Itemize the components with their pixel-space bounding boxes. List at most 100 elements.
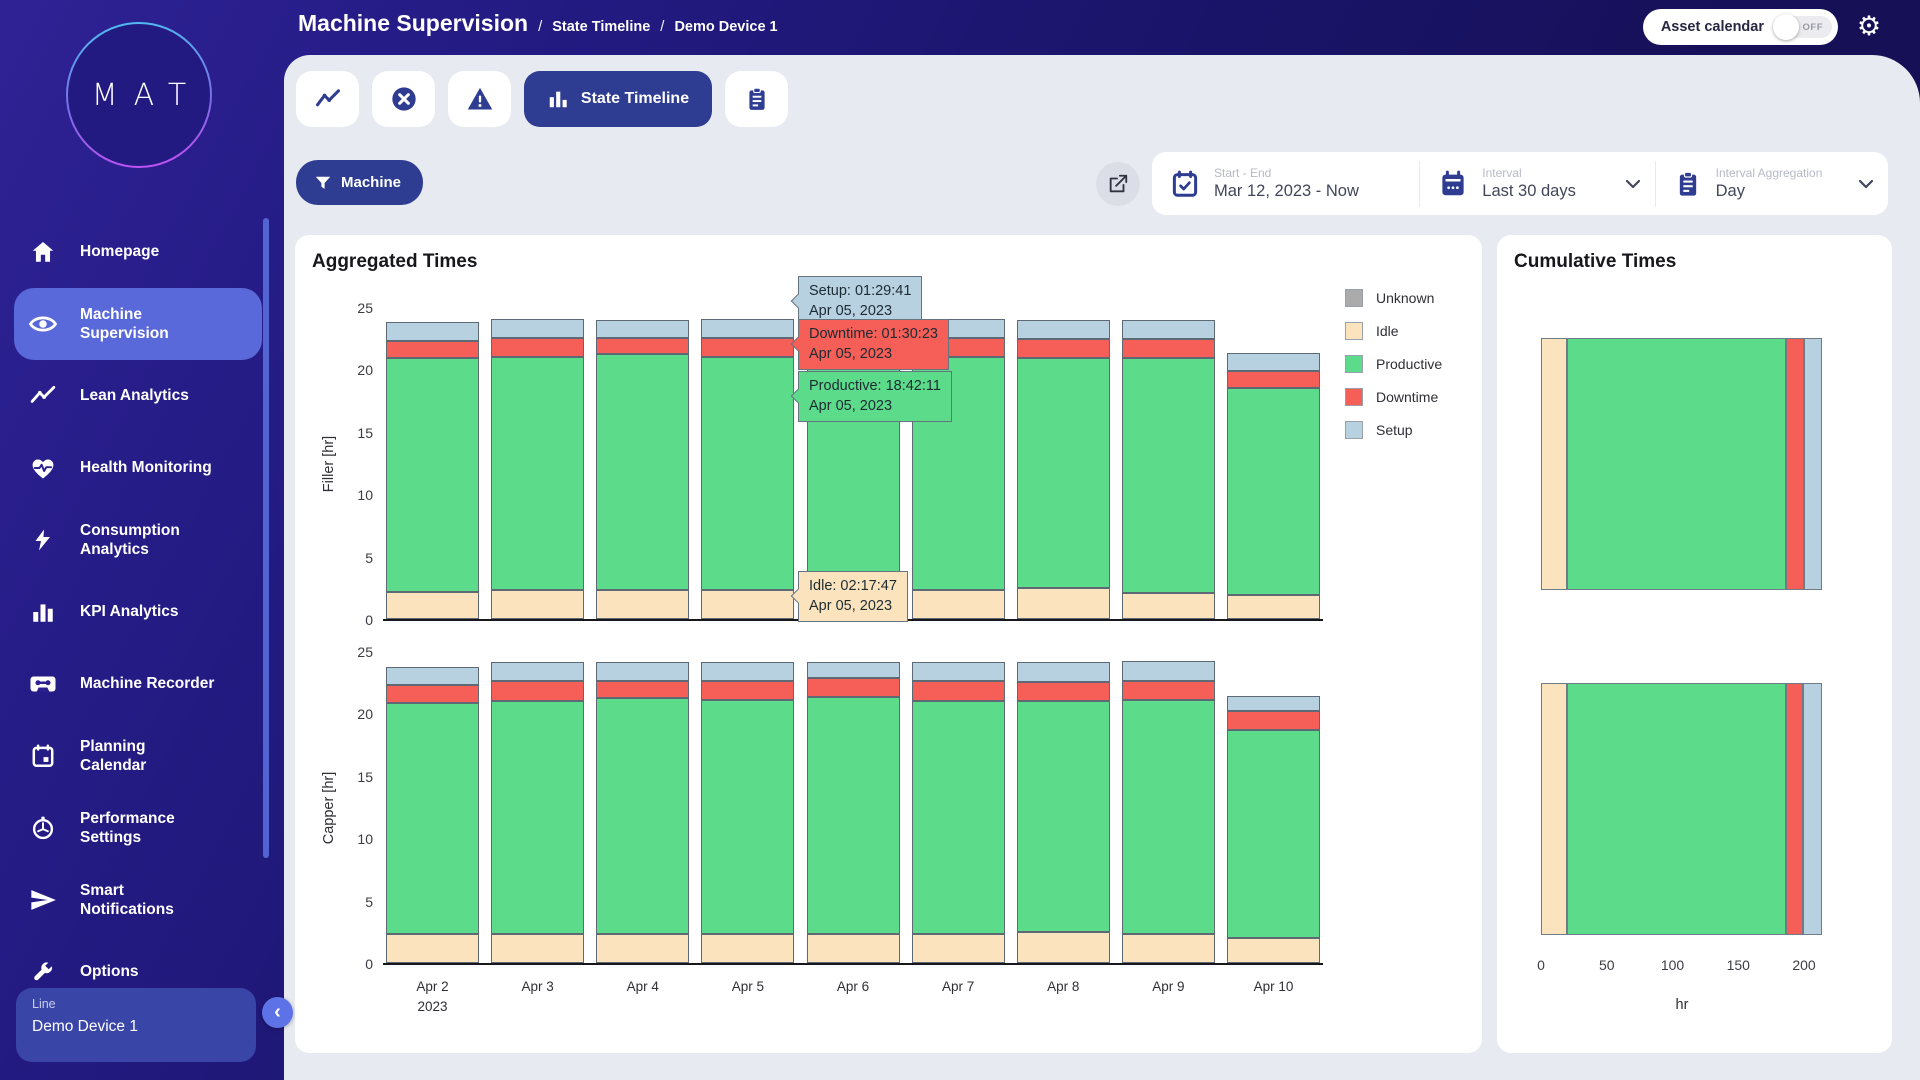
bar-segment-downtime[interactable]	[491, 681, 584, 701]
bar-segment-productive[interactable]	[807, 697, 900, 934]
bar-apr-9[interactable]	[1122, 320, 1215, 619]
tab-alarms-view[interactable]	[448, 71, 511, 127]
bar-apr-10[interactable]	[1227, 353, 1320, 619]
bar-segment-setup[interactable]	[1227, 696, 1320, 711]
sidebar-item-machine-supervision[interactable]: MachineSupervision	[14, 288, 262, 360]
sidebar-collapse-button[interactable]: ‹	[262, 997, 293, 1028]
bar-segment-idle[interactable]	[912, 590, 1005, 619]
bar-segment-productive[interactable]	[1017, 701, 1110, 932]
bar-apr-7[interactable]	[912, 662, 1005, 963]
bar-segment-downtime[interactable]	[1227, 711, 1320, 730]
cumulative-segment-productive[interactable]	[1567, 338, 1785, 590]
asset-calendar-toggle[interactable]: Asset calendar OFF	[1643, 9, 1838, 45]
bar-segment-downtime[interactable]	[491, 338, 584, 357]
cumulative-segment-productive[interactable]	[1567, 683, 1785, 935]
sidebar-item-planning-calendar[interactable]: PlanningCalendar	[14, 720, 262, 792]
bar-segment-idle[interactable]	[386, 934, 479, 963]
bar-segment-productive[interactable]	[912, 701, 1005, 934]
bar-segment-idle[interactable]	[386, 592, 479, 619]
bar-apr-3[interactable]	[491, 319, 584, 619]
bar-segment-idle[interactable]	[807, 934, 900, 963]
bar-segment-downtime[interactable]	[1017, 682, 1110, 701]
sidebar-item-smart-notifications[interactable]: SmartNotifications	[14, 864, 262, 936]
bar-segment-setup[interactable]	[1017, 320, 1110, 340]
breadcrumb-state-timeline[interactable]: State Timeline	[552, 19, 650, 35]
bar-segment-idle[interactable]	[1122, 593, 1215, 619]
device-card[interactable]: Line Demo Device 1	[16, 988, 256, 1062]
bar-apr-5[interactable]	[701, 662, 794, 963]
interval-select[interactable]: Interval Last 30 days	[1420, 152, 1654, 215]
machine-filter-button[interactable]: Machine	[296, 160, 423, 205]
tab-report-view[interactable]	[725, 71, 788, 127]
bar-segment-productive[interactable]	[1122, 358, 1215, 593]
bar-segment-idle[interactable]	[912, 934, 1005, 963]
bar-apr-5[interactable]	[701, 319, 794, 619]
start-end-control[interactable]: Start - End Mar 12, 2023 - Now	[1152, 152, 1419, 215]
bar-segment-productive[interactable]	[386, 703, 479, 934]
bar-segment-idle[interactable]	[701, 934, 794, 963]
bar-segment-productive[interactable]	[1227, 388, 1320, 595]
sidebar-item-health-monitoring[interactable]: Health Monitoring	[14, 432, 262, 504]
bar-segment-setup[interactable]	[1227, 353, 1320, 370]
sidebar-scrollbar[interactable]	[263, 218, 269, 858]
sidebar-item-consumption-analytics[interactable]: ConsumptionAnalytics	[14, 504, 262, 576]
cumulative-segment-idle[interactable]	[1541, 338, 1567, 590]
bar-segment-downtime[interactable]	[1122, 681, 1215, 700]
bar-segment-downtime[interactable]	[807, 678, 900, 697]
bar-segment-idle[interactable]	[491, 590, 584, 619]
cumulative-segment-downtime[interactable]	[1786, 683, 1803, 935]
bar-segment-productive[interactable]	[386, 358, 479, 591]
bar-apr-4[interactable]	[596, 320, 689, 620]
bar-segment-idle[interactable]	[491, 934, 584, 963]
bar-segment-productive[interactable]	[596, 698, 689, 934]
bar-segment-downtime[interactable]	[386, 341, 479, 358]
bar-segment-productive[interactable]	[491, 701, 584, 934]
sidebar-item-performance-settings[interactable]: PerformanceSettings	[14, 792, 262, 864]
sidebar-item-lean-analytics[interactable]: Lean Analytics	[14, 360, 262, 432]
aggregation-select[interactable]: Interval Aggregation Day	[1656, 152, 1888, 215]
bar-segment-setup[interactable]	[386, 667, 479, 684]
bar-segment-setup[interactable]	[596, 320, 689, 339]
bar-segment-idle[interactable]	[596, 934, 689, 963]
cumulative-segment-setup[interactable]	[1804, 338, 1822, 590]
bar-segment-downtime[interactable]	[912, 681, 1005, 701]
bar-segment-downtime[interactable]	[1017, 339, 1110, 358]
toggle-switch[interactable]: OFF	[1774, 16, 1832, 38]
bar-apr-8[interactable]	[1017, 320, 1110, 619]
bar-segment-idle[interactable]	[1017, 932, 1110, 963]
bar-segment-productive[interactable]	[1227, 730, 1320, 938]
bar-segment-productive[interactable]	[491, 357, 584, 590]
bar-apr-2[interactable]	[386, 667, 479, 963]
sidebar-item-homepage[interactable]: Homepage	[14, 216, 262, 288]
bar-segment-setup[interactable]	[386, 322, 479, 341]
bar-segment-downtime[interactable]	[701, 338, 794, 357]
bar-segment-downtime[interactable]	[1227, 371, 1320, 388]
bar-segment-setup[interactable]	[596, 662, 689, 681]
bar-segment-idle[interactable]	[1017, 588, 1110, 619]
bar-segment-setup[interactable]	[807, 662, 900, 678]
bar-apr-2[interactable]	[386, 322, 479, 619]
bar-segment-idle[interactable]	[1227, 595, 1320, 619]
bar-segment-idle[interactable]	[596, 590, 689, 619]
bar-segment-setup[interactable]	[1122, 320, 1215, 340]
bar-apr-6[interactable]	[807, 662, 900, 963]
bar-segment-downtime[interactable]	[386, 685, 479, 704]
tab-state-timeline[interactable]: State Timeline	[524, 71, 712, 127]
bar-apr-4[interactable]	[596, 662, 689, 963]
settings-gear-icon[interactable]: ⚙	[1854, 12, 1884, 42]
bar-segment-downtime[interactable]	[1122, 339, 1215, 358]
cumulative-segment-setup[interactable]	[1803, 683, 1823, 935]
bar-segment-setup[interactable]	[912, 662, 1005, 681]
bar-apr-9[interactable]	[1122, 661, 1215, 963]
cumulative-segment-downtime[interactable]	[1786, 338, 1804, 590]
bar-segment-idle[interactable]	[1122, 934, 1215, 963]
bar-segment-idle[interactable]	[1227, 938, 1320, 963]
bar-apr-3[interactable]	[491, 662, 584, 963]
bar-segment-setup[interactable]	[491, 319, 584, 338]
sidebar-item-kpi-analytics[interactable]: KPI Analytics	[14, 576, 262, 648]
bar-segment-downtime[interactable]	[596, 338, 689, 354]
bar-segment-downtime[interactable]	[701, 681, 794, 700]
bar-segment-setup[interactable]	[491, 662, 584, 681]
bar-apr-10[interactable]	[1227, 696, 1320, 963]
bar-segment-productive[interactable]	[701, 357, 794, 590]
